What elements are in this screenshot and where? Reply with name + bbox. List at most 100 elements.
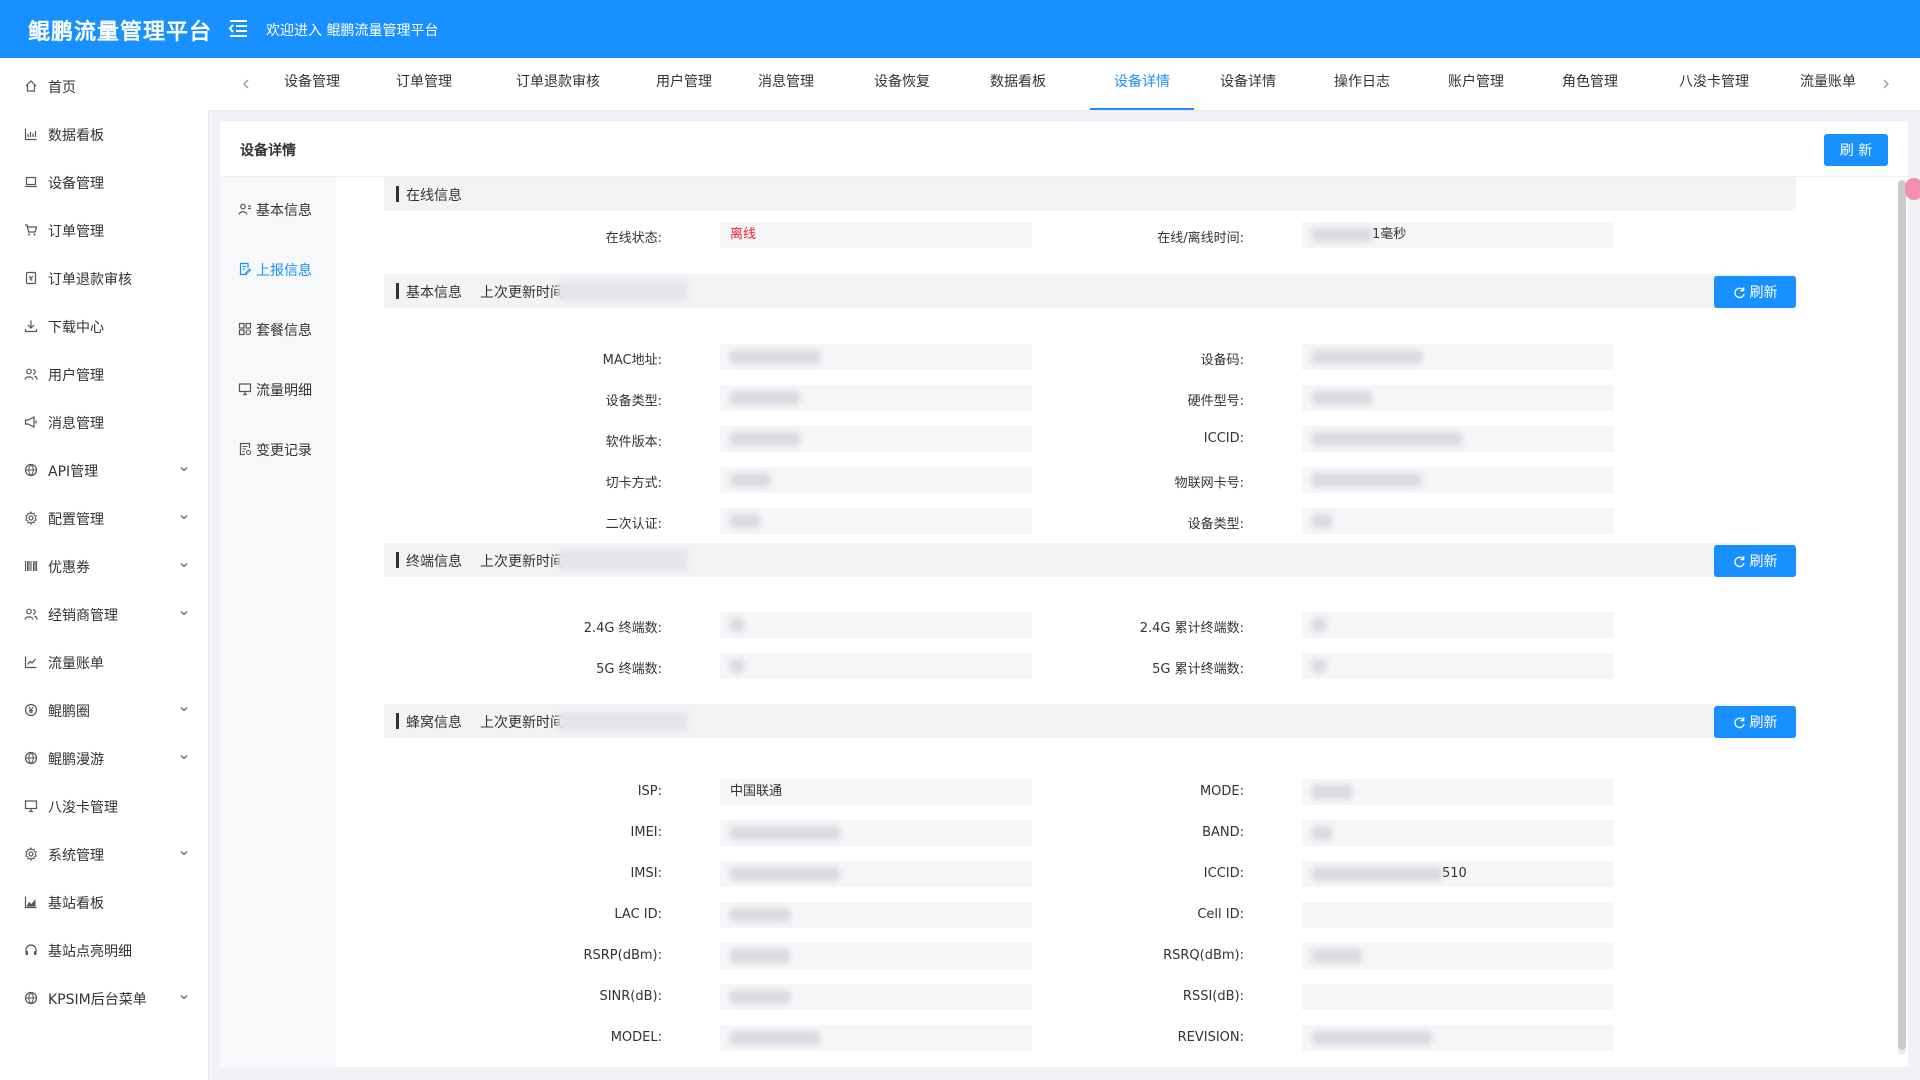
tab-item[interactable]: 用户管理 bbox=[642, 58, 726, 110]
isp-value: 中国联通 bbox=[730, 784, 783, 799]
sidebar-item[interactable]: 订单管理 bbox=[0, 210, 208, 250]
sidebar-item[interactable]: KPSIM后台菜单 bbox=[0, 978, 208, 1018]
field-label: 5G 终端数: bbox=[596, 662, 662, 677]
refresh-button[interactable]: 刷 新 bbox=[1824, 134, 1888, 166]
field-value bbox=[720, 467, 1032, 493]
refresh-label: 刷新 bbox=[1749, 285, 1778, 301]
field-label: LAC ID: bbox=[614, 907, 662, 922]
field-label: RSSI(dB): bbox=[1182, 989, 1244, 1004]
sidebar-item[interactable]: 设备管理 bbox=[0, 162, 208, 202]
field-value: 中国联通 bbox=[720, 779, 1032, 805]
section-title: 终端信息 bbox=[406, 554, 462, 570]
sidebar-item-label: 鲲鹏漫游 bbox=[48, 752, 104, 768]
sidebar-item[interactable]: 基站看板 bbox=[0, 882, 208, 922]
sidebar-item[interactable]: 用户管理 bbox=[0, 354, 208, 394]
field-value bbox=[720, 861, 1032, 887]
tab-item[interactable]: 流量账单 bbox=[1786, 58, 1870, 110]
subnav-item[interactable]: 基本信息 bbox=[238, 195, 336, 225]
field-value bbox=[1302, 612, 1614, 638]
line-chart-icon bbox=[24, 656, 37, 669]
sidebar-item[interactable]: 配置管理 bbox=[0, 498, 208, 538]
sidebar-item[interactable]: 鲲鹏漫游 bbox=[0, 738, 208, 778]
redacted-value bbox=[730, 989, 790, 1004]
field-value bbox=[1302, 653, 1614, 679]
sidebar-item[interactable]: 八浚卡管理 bbox=[0, 786, 208, 826]
subnav-item-label: 流量明细 bbox=[256, 383, 312, 399]
tab-item[interactable]: 设备恢复 bbox=[860, 58, 944, 110]
tab-item[interactable]: 账户管理 bbox=[1434, 58, 1518, 110]
tab-item[interactable]: 八浚卡管理 bbox=[1666, 58, 1762, 110]
tab-scroll-right-icon[interactable] bbox=[1878, 76, 1894, 92]
globe-icon bbox=[24, 751, 38, 765]
redacted-value bbox=[730, 948, 790, 963]
sidebar-item[interactable]: 系统管理 bbox=[0, 834, 208, 874]
chevron-down-icon bbox=[180, 611, 188, 616]
tab-item[interactable]: 设备详情 bbox=[1090, 58, 1194, 110]
subnav-item[interactable]: 变更记录 bbox=[238, 435, 336, 465]
field-value bbox=[720, 385, 1032, 411]
section-refresh-button[interactable]: 刷新 bbox=[1714, 276, 1796, 308]
app-title: 鲲鹏流量管理平台 bbox=[28, 20, 213, 45]
field-label: MODEL: bbox=[610, 1030, 662, 1045]
tab-item[interactable]: 角色管理 bbox=[1548, 58, 1632, 110]
redacted-value bbox=[730, 1030, 820, 1045]
sidebar-item-label: 数据看板 bbox=[48, 128, 104, 144]
scrollbar-thumb[interactable] bbox=[1898, 180, 1906, 1050]
content-scrollbar[interactable] bbox=[1898, 180, 1906, 1055]
field-value bbox=[1302, 779, 1614, 805]
tab-item[interactable]: 订单管理 bbox=[382, 58, 466, 110]
tab-item[interactable]: 数据看板 bbox=[976, 58, 1060, 110]
sidebar-item[interactable]: 鲲鹏圈 bbox=[0, 690, 208, 730]
subnav-item[interactable]: 上报信息 bbox=[238, 255, 336, 285]
subnav-item[interactable]: 流量明细 bbox=[238, 375, 336, 405]
chevron-down-icon bbox=[180, 755, 188, 760]
sidebar-item[interactable]: 流量账单 bbox=[0, 642, 208, 682]
yen-icon bbox=[24, 703, 38, 717]
last-update-label: 上次更新时间: bbox=[480, 554, 569, 570]
section-marker bbox=[396, 713, 399, 729]
field-value bbox=[720, 612, 1032, 638]
field-label: 软件版本: bbox=[605, 435, 662, 450]
sidebar-item-label: 订单退款审核 bbox=[48, 272, 132, 288]
section-refresh-button[interactable]: 刷新 bbox=[1714, 545, 1796, 577]
field-label: 设备类型: bbox=[605, 394, 662, 409]
sidebar-item[interactable]: 订单退款审核 bbox=[0, 258, 208, 298]
tab-item[interactable]: 设备管理 bbox=[270, 58, 354, 110]
section-header-online: 在线信息 bbox=[384, 177, 1796, 211]
field-value bbox=[720, 984, 1032, 1010]
section-refresh-button[interactable]: 刷新 bbox=[1714, 706, 1796, 738]
refresh-label: 刷新 bbox=[1749, 554, 1778, 570]
sidebar-item[interactable]: 基站点亮明细 bbox=[0, 930, 208, 970]
redacted-value bbox=[1312, 349, 1422, 364]
report-info-panel: 在线信息 在线状态: 离线 在线/离线时间: 1毫秒 基本信息 上次更新时间: 刷新 MAC地址… bbox=[356, 177, 1891, 1067]
sidebar-item-label: 系统管理 bbox=[48, 848, 104, 864]
sidebar-item-label: KPSIM后台菜单 bbox=[48, 992, 147, 1008]
sidebar-item[interactable]: 优惠券 bbox=[0, 546, 208, 586]
sidebar-item[interactable]: 经销商管理 bbox=[0, 594, 208, 634]
field-value bbox=[720, 426, 1032, 452]
sidebar-item[interactable]: API管理 bbox=[0, 450, 208, 490]
tab-bar: 设备管理 订单管理 订单退款审核 用户管理 消息管理 设备恢复 数据看板 设备详情 设备详情 操作… bbox=[208, 58, 1920, 111]
gear-icon bbox=[25, 847, 37, 861]
tab-item[interactable]: 消息管理 bbox=[744, 58, 828, 110]
sidebar-item[interactable]: 消息管理 bbox=[0, 402, 208, 442]
field-value bbox=[1302, 344, 1614, 370]
tab-item[interactable]: 订单退款审核 bbox=[502, 58, 614, 110]
sidebar-item[interactable]: 数据看板 bbox=[0, 114, 208, 154]
chevron-down-icon bbox=[180, 515, 188, 520]
floating-assistant-badge[interactable] bbox=[1905, 178, 1920, 200]
last-update-value-redacted bbox=[558, 281, 688, 301]
sidebar-item-label: 八浚卡管理 bbox=[48, 800, 118, 816]
sidebar-item-label: 首页 bbox=[48, 80, 76, 96]
tab-item[interactable]: 设备详情 bbox=[1206, 58, 1290, 110]
sidebar-item[interactable]: 下载中心 bbox=[0, 306, 208, 346]
tab-scroll-left-icon[interactable] bbox=[238, 76, 254, 92]
home-icon bbox=[25, 80, 37, 92]
menu-collapse-icon[interactable] bbox=[226, 16, 250, 40]
tab-item[interactable]: 操作日志 bbox=[1320, 58, 1404, 110]
subnav-item[interactable]: 套餐信息 bbox=[238, 315, 336, 345]
sidebar-item[interactable]: 首页 bbox=[0, 66, 208, 106]
field-label: ICCID: bbox=[1203, 866, 1244, 881]
online-status-text: 离线 bbox=[730, 227, 757, 242]
iccid-tail: 510 bbox=[1442, 866, 1467, 881]
